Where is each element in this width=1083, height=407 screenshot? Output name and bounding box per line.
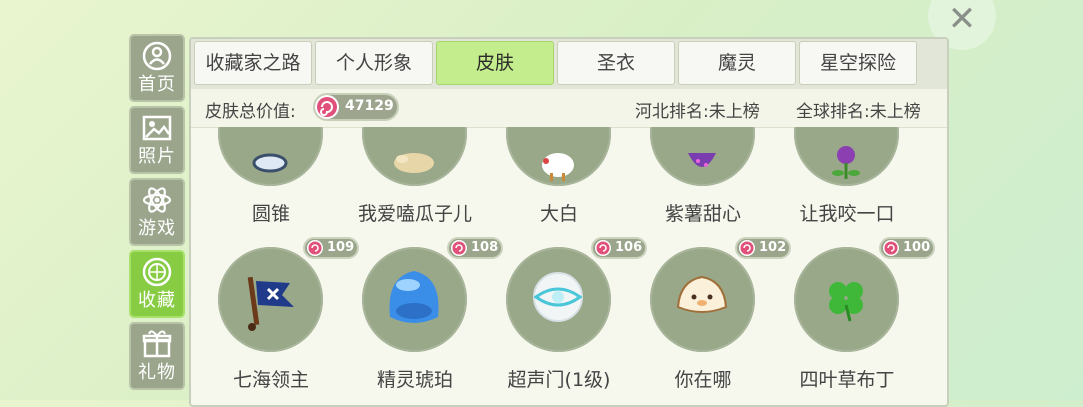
total-value: 47129 — [345, 98, 394, 114]
pirate-flag-icon — [247, 276, 294, 331]
tab-skins[interactable]: 皮肤 — [436, 41, 554, 85]
tab-bar: 收藏家之路 个人形象 皮肤 圣衣 魔灵 星空探险 — [191, 39, 947, 89]
skin-item[interactable]: 让我咬一口 — [787, 127, 907, 241]
blue-slime-icon — [389, 271, 439, 323]
skin-item[interactable]: 108 精灵琥珀 — [355, 237, 503, 405]
sidebar-item-home[interactable]: 首页 — [129, 34, 185, 102]
tab-avatar[interactable]: 个人形象 — [315, 41, 433, 85]
price-badge: 100 — [879, 237, 935, 259]
tab-star-explore[interactable]: 星空探险 — [799, 41, 917, 85]
skin-thumb — [362, 247, 467, 352]
sidebar-item-photos[interactable]: 照片 — [129, 106, 185, 174]
price-badge: 108 — [447, 237, 503, 259]
collection-panel: 收藏家之路 个人形象 皮肤 圣衣 魔灵 星空探险 皮肤总价值: 47129 河北… — [189, 37, 949, 407]
skin-thumb — [794, 127, 899, 186]
atom-icon — [131, 184, 183, 218]
price-value: 108 — [471, 240, 499, 255]
lollipop-coin-icon — [594, 239, 612, 261]
sidebar-item-label: 游戏 — [138, 218, 176, 239]
sidebar-item-label: 首页 — [138, 74, 176, 95]
seed-icon — [394, 153, 434, 173]
sidebar-item-games[interactable]: 游戏 — [129, 178, 185, 246]
skin-thumb — [506, 247, 611, 352]
clover-icon — [829, 282, 863, 322]
skin-item[interactable]: 圆锥 — [211, 127, 331, 241]
lollipop-coin-icon — [738, 239, 756, 261]
price-value: 109 — [327, 240, 355, 255]
total-value-label: 皮肤总价值: — [205, 102, 296, 122]
sidebar-item-label: 照片 — [138, 146, 176, 167]
skin-item[interactable]: 紫薯甜心 — [643, 127, 763, 241]
skin-thumb — [650, 247, 755, 352]
skin-item[interactable]: 109 七海领主 — [211, 237, 359, 405]
sidebar: 首页 照片 游戏 收藏 礼物 — [129, 34, 187, 404]
sidebar-item-label: 礼物 — [138, 362, 176, 383]
home-icon — [131, 40, 183, 74]
chicken-icon — [542, 153, 574, 181]
total-value-pill: 47129 — [313, 93, 399, 121]
dumpling-icon — [676, 275, 728, 313]
plant-icon — [832, 146, 860, 179]
price-value: 102 — [759, 240, 787, 255]
tab-spirits[interactable]: 魔灵 — [678, 41, 796, 85]
photo-icon — [131, 112, 183, 146]
skin-thumb — [362, 127, 467, 186]
skin-item[interactable]: 我爱嗑瓜子儿 — [355, 127, 475, 241]
sidebar-item-label: 收藏 — [138, 290, 176, 311]
tab-collector-road[interactable]: 收藏家之路 — [194, 41, 312, 85]
lollipop-coin-icon — [882, 239, 900, 261]
skin-thumb — [218, 127, 323, 186]
info-bar: 皮肤总价值: 47129 河北排名:未上榜 全球排名:未上榜 — [191, 89, 947, 128]
lollipop-coin-icon — [306, 239, 324, 261]
price-badge: 109 — [303, 237, 359, 259]
skin-item[interactable]: 106 超声门(1级) — [499, 237, 647, 405]
skin-thumb — [794, 247, 899, 352]
skin-thumb — [506, 127, 611, 186]
skin-item[interactable]: 100 四叶草布丁 — [787, 237, 935, 405]
region-rank: 河北排名:未上榜 — [635, 102, 760, 122]
skin-grid: 圆锥 我爱嗑瓜子儿 大白 紫薯甜心 让我咬一口 109 七海领主 108 精灵琥… — [191, 127, 947, 405]
purple-potato-icon — [688, 153, 716, 167]
collection-icon — [131, 256, 183, 290]
price-badge: 102 — [735, 237, 791, 259]
skin-thumb — [218, 247, 323, 352]
sidebar-item-collection[interactable]: 收藏 — [129, 250, 185, 318]
sidebar-item-gifts[interactable]: 礼物 — [129, 322, 185, 390]
skin-name: 让我咬一口 — [799, 203, 895, 225]
cone-icon — [252, 153, 288, 173]
price-value: 100 — [903, 240, 931, 255]
gift-icon — [131, 328, 183, 362]
white-sphere-icon — [533, 272, 583, 322]
skin-item[interactable]: 102 你在哪 — [643, 237, 791, 405]
lollipop-coin-icon — [450, 239, 468, 261]
price-value: 106 — [615, 240, 643, 255]
skin-thumb — [650, 127, 755, 186]
price-badge: 106 — [591, 237, 647, 259]
skin-item[interactable]: 大白 — [499, 127, 619, 241]
close-button[interactable]: ✕ — [928, 0, 996, 50]
global-rank: 全球排名:未上榜 — [796, 102, 921, 122]
tab-holy-armor[interactable]: 圣衣 — [557, 41, 675, 85]
skin-name: 四叶草布丁 — [799, 369, 895, 391]
lollipop-coin-icon — [313, 93, 341, 125]
